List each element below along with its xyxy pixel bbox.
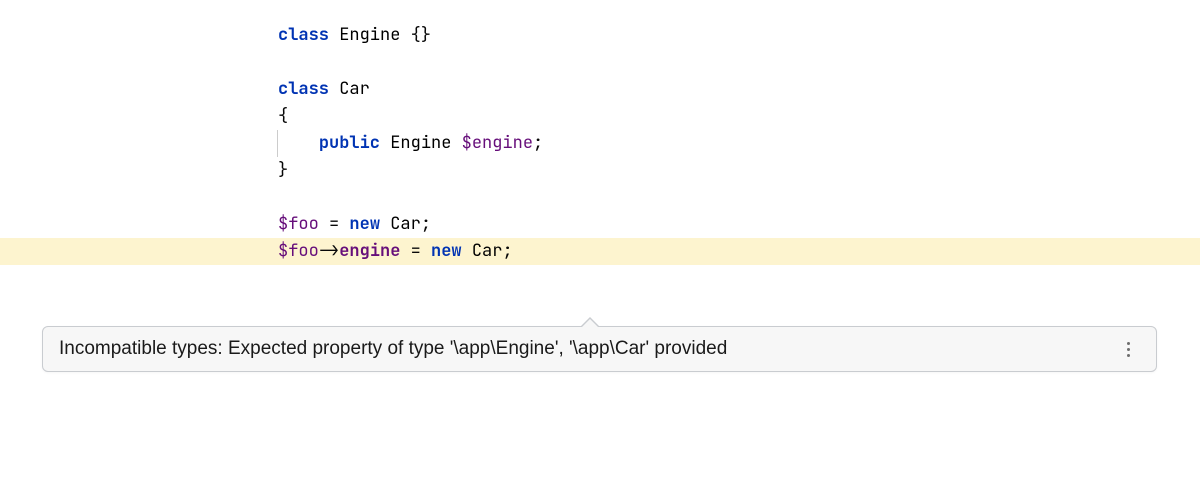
dot-icon bbox=[1127, 342, 1130, 345]
op-arrow: -> bbox=[319, 240, 339, 262]
type-car: Car bbox=[380, 213, 421, 235]
code-line[interactable]: { bbox=[0, 103, 1200, 130]
code-line-blank[interactable] bbox=[0, 184, 1200, 211]
keyword-public: public bbox=[319, 132, 380, 154]
type-engine: Engine bbox=[380, 132, 462, 154]
tooltip-body: Incompatible types: Expected property of… bbox=[42, 326, 1157, 372]
tooltip-message: Incompatible types: Expected property of… bbox=[59, 338, 1100, 360]
more-actions-button[interactable] bbox=[1116, 337, 1140, 361]
code-line[interactable]: public Engine $engine; bbox=[0, 130, 1200, 157]
var-foo: $foo bbox=[278, 213, 319, 235]
semicolon: ; bbox=[502, 240, 512, 262]
code-line[interactable]: class Car bbox=[0, 76, 1200, 103]
dot-icon bbox=[1127, 354, 1130, 357]
braces: {} bbox=[411, 24, 431, 46]
op-assign: = bbox=[400, 240, 431, 262]
inspection-tooltip: Incompatible types: Expected property of… bbox=[42, 326, 1157, 372]
var-foo: $foo bbox=[278, 240, 319, 262]
keyword-class: class bbox=[278, 78, 329, 100]
code-line[interactable]: } bbox=[0, 157, 1200, 184]
code-editor[interactable]: class Engine {} class Car { public Engin… bbox=[0, 0, 1200, 265]
keyword-new: new bbox=[431, 240, 462, 262]
op-assign: = bbox=[319, 213, 350, 235]
code-line-blank[interactable] bbox=[0, 49, 1200, 76]
type-engine: Engine bbox=[329, 24, 411, 46]
brace-close: } bbox=[278, 159, 288, 181]
semicolon: ; bbox=[421, 213, 431, 235]
semicolon: ; bbox=[533, 132, 543, 154]
dot-icon bbox=[1127, 348, 1130, 351]
indent bbox=[278, 132, 319, 154]
var-engine: $engine bbox=[462, 132, 533, 154]
tooltip-arrow-inner bbox=[581, 319, 599, 328]
code-line[interactable]: $foo = new Car; bbox=[0, 211, 1200, 238]
keyword-class: class bbox=[278, 24, 329, 46]
type-car: Car bbox=[329, 78, 370, 100]
code-line-highlighted[interactable]: $foo->engine = new Car; bbox=[0, 238, 1200, 265]
type-car: Car bbox=[462, 240, 503, 262]
keyword-new: new bbox=[349, 213, 380, 235]
prop-engine: engine bbox=[339, 240, 400, 262]
code-line[interactable]: class Engine {} bbox=[0, 22, 1200, 49]
brace-open: { bbox=[278, 105, 288, 127]
